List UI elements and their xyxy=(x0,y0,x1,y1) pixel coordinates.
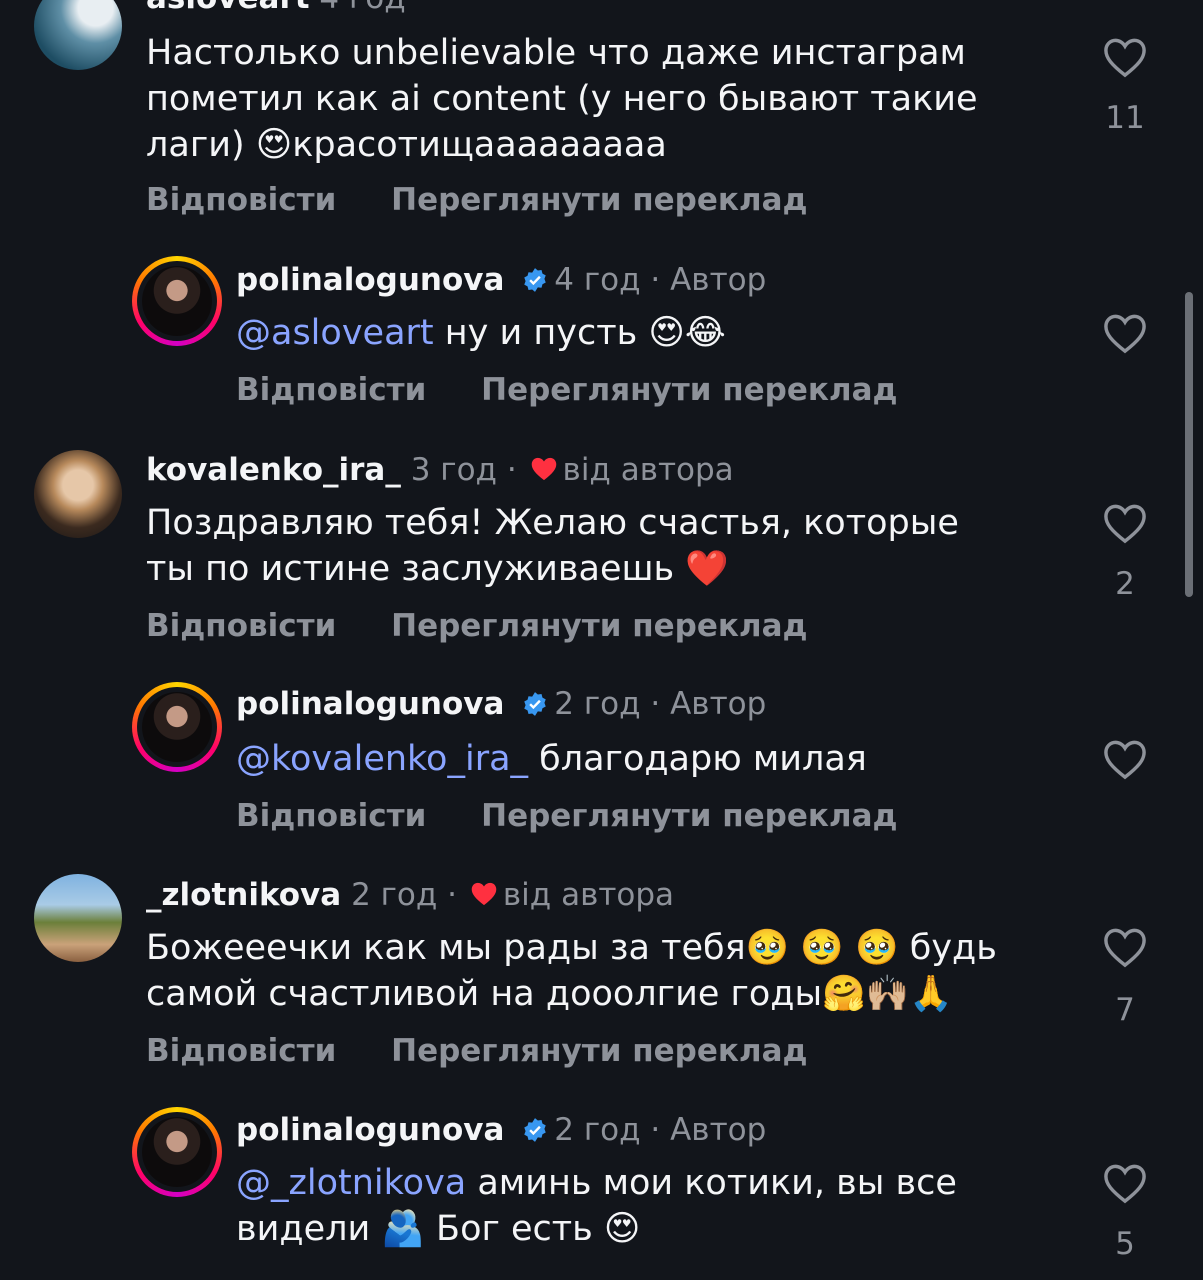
see-translation-button[interactable]: Переглянути переклад xyxy=(481,372,897,408)
verified-badge-icon xyxy=(524,1118,546,1142)
see-translation-button[interactable]: Переглянути переклад xyxy=(391,608,807,644)
timestamp: 4 год xyxy=(554,262,641,298)
timestamp: 2 год xyxy=(554,686,641,722)
comment-text: Поздравляю тебя! Желаю счастья, которые … xyxy=(146,503,959,589)
like-count: 7 xyxy=(1115,992,1135,1028)
timestamp: 3 год · xyxy=(410,452,517,488)
username[interactable]: polinalogunova xyxy=(236,1112,504,1148)
comment-actions: Відповісти Переглянути переклад xyxy=(146,608,852,644)
comment-header: polinalogunova 4 год · Автор xyxy=(236,262,766,298)
comment-header: asloveart 4 год xyxy=(146,0,406,16)
reply-button[interactable]: Відповісти xyxy=(146,182,336,218)
heart-outline-icon xyxy=(1104,38,1146,78)
comment-actions: Відповісти Переглянути переклад xyxy=(236,372,942,408)
like-button[interactable] xyxy=(1100,36,1150,78)
like-button[interactable] xyxy=(1100,1162,1150,1204)
comment-header: _zlotnikova 2 год · від автора xyxy=(146,877,674,913)
see-translation-button[interactable]: Переглянути переклад xyxy=(481,798,897,834)
username[interactable]: asloveart xyxy=(146,0,310,16)
reply-button[interactable]: Відповісти xyxy=(236,372,426,408)
see-translation-button[interactable]: Переглянути переклад xyxy=(391,1033,807,1069)
comment-actions: Відповісти Переглянути переклад xyxy=(236,798,942,834)
avatar[interactable] xyxy=(34,0,122,70)
liked-by-author-label: від автора xyxy=(502,877,675,913)
comment-actions: Відповісти Переглянути переклад xyxy=(146,182,852,218)
reply-button[interactable]: Відповісти xyxy=(236,798,426,834)
comment-text: @_zlotnikova аминь мои котики, вы все ви… xyxy=(236,1160,1096,1252)
comment-text: @kovalenko_ira_ благодарю милая xyxy=(236,736,1096,782)
comment-text: Божееечки как мы рады за тебя🥹 🥹 🥹 будь … xyxy=(146,928,997,1014)
comment-header: polinalogunova 2 год · Автор xyxy=(236,1112,766,1148)
comment-header: kovalenko_ira_ 3 год · від автора xyxy=(146,452,734,488)
verified-badge-icon xyxy=(524,268,546,292)
heart-outline-icon xyxy=(1104,504,1146,544)
username[interactable]: polinalogunova xyxy=(236,262,504,298)
heart-outline-icon xyxy=(1104,314,1146,354)
avatar[interactable] xyxy=(132,1107,222,1197)
author-label: · Автор xyxy=(650,262,767,298)
like-count: 2 xyxy=(1115,566,1135,602)
like-button[interactable] xyxy=(1100,738,1150,780)
comment-header: polinalogunova 2 год · Автор xyxy=(236,686,766,722)
like-button[interactable] xyxy=(1100,926,1150,968)
comment-text: @asloveart ну и пусть 😍😂 xyxy=(236,310,1096,356)
avatar[interactable] xyxy=(132,256,222,346)
like-button[interactable] xyxy=(1100,502,1150,544)
author-label: · Автор xyxy=(650,686,767,722)
mention-link[interactable]: @_zlotnikova xyxy=(236,1163,466,1203)
verified-badge-icon xyxy=(524,692,546,716)
username[interactable]: kovalenko_ira_ xyxy=(146,452,401,488)
like-count: 5 xyxy=(1115,1226,1135,1262)
heart-outline-icon xyxy=(1104,740,1146,780)
mention-link[interactable]: @asloveart xyxy=(236,313,434,353)
author-label: · Автор xyxy=(650,1112,767,1148)
heart-outline-icon xyxy=(1104,1164,1146,1204)
username[interactable]: _zlotnikova xyxy=(146,877,341,913)
comment-body: ну и пусть 😍😂 xyxy=(433,313,726,353)
comment-actions: Відповісти Переглянути переклад xyxy=(146,1033,852,1069)
username[interactable]: polinalogunova xyxy=(236,686,504,722)
liked-by-author-heart-icon xyxy=(471,882,497,906)
mention-link[interactable]: @kovalenko_ira_ xyxy=(236,739,528,779)
avatar[interactable] xyxy=(34,450,122,538)
timestamp: 4 год xyxy=(319,0,405,16)
avatar[interactable] xyxy=(34,874,122,962)
heart-outline-icon xyxy=(1104,928,1146,968)
reply-button[interactable]: Відповісти xyxy=(146,1033,336,1069)
timestamp: 2 год · xyxy=(351,877,458,913)
liked-by-author-heart-icon xyxy=(531,457,556,481)
timestamp: 2 год xyxy=(554,1112,641,1148)
comment-text: Настолько unbelievable что даже инстагра… xyxy=(146,33,978,165)
avatar[interactable] xyxy=(132,682,222,772)
comment-body: благодарю милая xyxy=(528,739,867,779)
like-button[interactable] xyxy=(1100,312,1150,354)
liked-by-author-label: від автора xyxy=(562,452,734,488)
scrollbar[interactable] xyxy=(1185,292,1193,597)
like-count: 11 xyxy=(1105,100,1145,136)
see-translation-button[interactable]: Переглянути переклад xyxy=(391,182,807,218)
reply-button[interactable]: Відповісти xyxy=(146,608,336,644)
